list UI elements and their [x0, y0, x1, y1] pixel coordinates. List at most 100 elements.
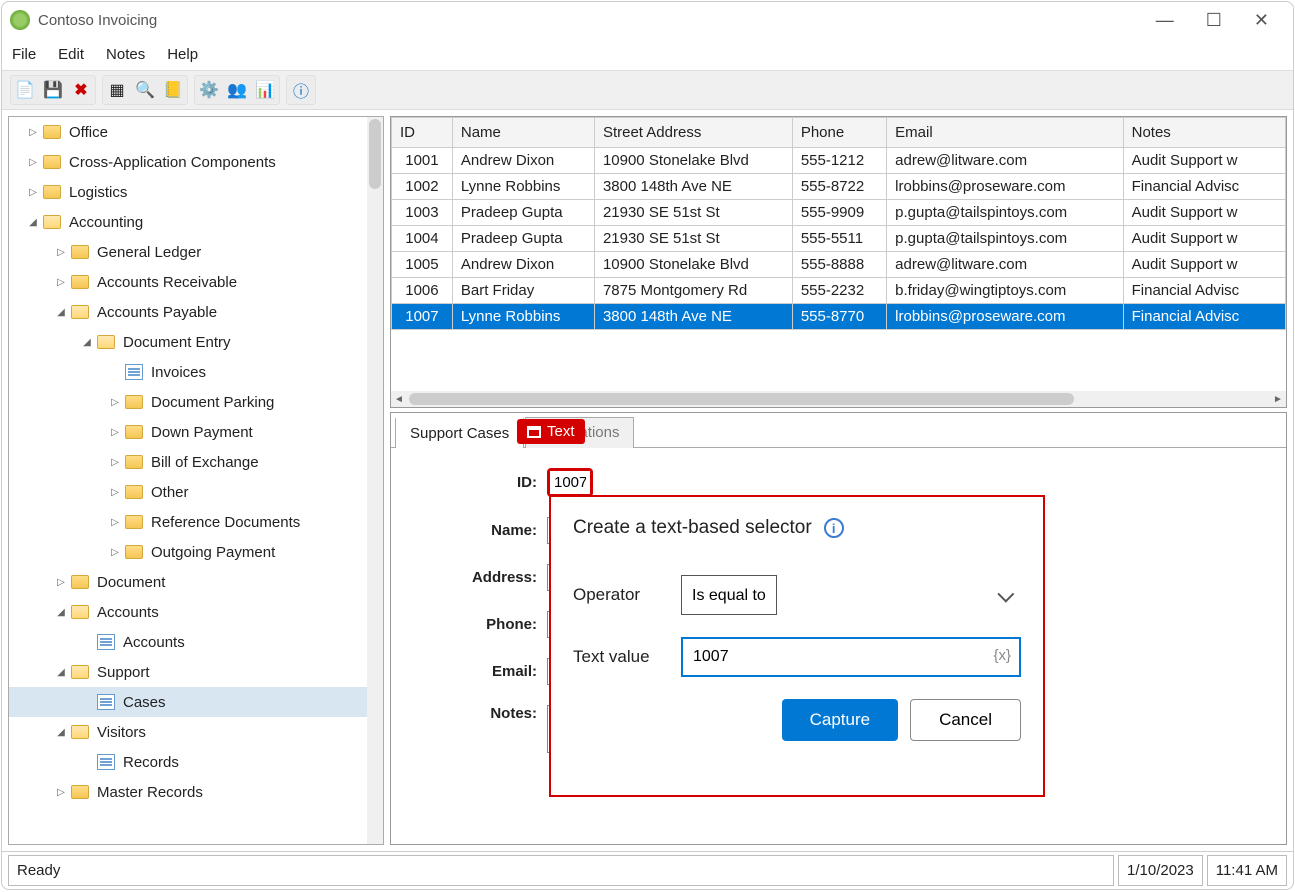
users-icon[interactable]: 👥: [225, 78, 249, 102]
table-cell: 555-9909: [792, 200, 886, 226]
column-header[interactable]: ID: [392, 118, 453, 148]
table-row[interactable]: 1001Andrew Dixon10900 Stonelake Blvd555-…: [392, 148, 1286, 174]
tree-item[interactable]: ◢Support: [9, 657, 383, 687]
expand-arrow-icon[interactable]: ▷: [55, 787, 67, 798]
tree-item[interactable]: ▷ Logistics: [9, 177, 383, 207]
info-icon[interactable]: ⓘ: [289, 78, 313, 102]
expand-arrow-icon[interactable]: ◢: [55, 607, 67, 618]
tree-item[interactable]: ▷Bill of Exchange: [9, 447, 383, 477]
expand-arrow-icon[interactable]: ▷: [109, 517, 121, 528]
search-icon[interactable]: 🔍: [133, 78, 157, 102]
column-header[interactable]: Name: [452, 118, 594, 148]
expand-arrow-icon[interactable]: ◢: [27, 217, 39, 228]
tree-item[interactable]: ▷Cross-Application Components: [9, 147, 383, 177]
table-row[interactable]: 1004Pradeep Gupta21930 SE 51st St555-551…: [392, 226, 1286, 252]
expand-arrow-icon[interactable]: ◢: [55, 307, 67, 318]
expand-arrow-icon[interactable]: ▷: [109, 457, 121, 468]
tree-item[interactable]: ◢Accounting: [9, 207, 383, 237]
capture-button[interactable]: Capture: [782, 699, 898, 741]
toolbar: 📄 💾 ✖ ▦ 🔍 📒 ⚙️ 👥 📊 ⓘ: [2, 70, 1293, 110]
operator-select[interactable]: Is equal to: [681, 575, 777, 615]
new-icon[interactable]: 📄: [13, 78, 37, 102]
tree-item[interactable]: Records: [9, 747, 383, 777]
menu-help[interactable]: Help: [167, 46, 198, 63]
tree-item[interactable]: ▷General Ledger: [9, 237, 383, 267]
expand-arrow-icon[interactable]: ◢: [55, 727, 67, 738]
table-cell: 1001: [392, 148, 453, 174]
status-time: 11:41 AM: [1207, 855, 1287, 886]
close-button[interactable]: ✕: [1254, 10, 1269, 31]
tree-item[interactable]: ▷Reference Documents: [9, 507, 383, 537]
tree-item[interactable]: ◢Accounts: [9, 597, 383, 627]
table-row[interactable]: 1005Andrew Dixon10900 Stonelake Blvd555-…: [392, 252, 1286, 278]
expand-arrow-icon[interactable]: ▷: [109, 427, 121, 438]
tree-item[interactable]: ▷Down Payment: [9, 417, 383, 447]
folder-icon: [71, 785, 89, 799]
tree-item-label: Accounts Receivable: [97, 274, 237, 291]
folder-open-icon: [43, 215, 61, 229]
save-icon[interactable]: 💾: [41, 78, 65, 102]
maximize-button[interactable]: ☐: [1206, 10, 1222, 31]
variable-icon[interactable]: {x}: [993, 647, 1011, 664]
tree-item[interactable]: Invoices: [9, 357, 383, 387]
expand-arrow-icon[interactable]: ◢: [55, 667, 67, 678]
note-icon[interactable]: 📒: [161, 78, 185, 102]
tree-item[interactable]: ▷ Document Parking: [9, 387, 383, 417]
tree-item-label: Document Parking: [151, 394, 274, 411]
folder-icon: [43, 125, 61, 139]
expand-arrow-icon[interactable]: ▷: [27, 127, 39, 138]
expand-arrow-icon[interactable]: ▷: [109, 397, 121, 408]
expand-arrow-icon[interactable]: ▷: [55, 577, 67, 588]
column-header[interactable]: Phone: [792, 118, 886, 148]
column-header[interactable]: Street Address: [594, 118, 792, 148]
tree-item[interactable]: Cases: [9, 687, 383, 717]
settings-icon[interactable]: ⚙️: [197, 78, 221, 102]
tree-item[interactable]: ▷ Office: [9, 117, 383, 147]
expand-arrow-icon[interactable]: ▷: [55, 247, 67, 258]
menu-notes[interactable]: Notes: [106, 46, 145, 63]
tree-item[interactable]: ▷Master Records: [9, 777, 383, 807]
excel-icon[interactable]: 📊: [253, 78, 277, 102]
column-header[interactable]: Notes: [1123, 118, 1285, 148]
popup-info-icon[interactable]: i: [824, 518, 844, 538]
table-row[interactable]: 1002Lynne Robbins3800 148th Ave NE555-87…: [392, 174, 1286, 200]
table-cell: Bart Friday: [452, 278, 594, 304]
tree-item-label: Logistics: [69, 184, 127, 201]
expand-arrow-icon[interactable]: ▷: [27, 157, 39, 168]
tree-item[interactable]: ▷Other: [9, 477, 383, 507]
tree-item[interactable]: ▷Outgoing Payment: [9, 537, 383, 567]
expand-arrow-icon[interactable]: ▷: [55, 277, 67, 288]
table-cell: adrew@litware.com: [887, 148, 1123, 174]
delete-icon[interactable]: ✖: [69, 78, 93, 102]
tree-item[interactable]: ◢Visitors: [9, 717, 383, 747]
table-row[interactable]: 1003Pradeep Gupta21930 SE 51st St555-990…: [392, 200, 1286, 226]
expand-arrow-icon[interactable]: ◢: [81, 337, 93, 348]
column-header[interactable]: Email: [887, 118, 1123, 148]
cancel-button[interactable]: Cancel: [910, 699, 1021, 741]
tree-item[interactable]: ▷Document: [9, 567, 383, 597]
grid-icon[interactable]: ▦: [105, 78, 129, 102]
tree-item[interactable]: ◢Accounts Payable: [9, 297, 383, 327]
expand-arrow-icon[interactable]: ▷: [109, 547, 121, 558]
table-row[interactable]: 1007Lynne Robbins3800 148th Ave NE555-87…: [392, 304, 1286, 330]
tab-support-cases[interactable]: Support Cases: [395, 417, 524, 448]
minimize-button[interactable]: —: [1156, 10, 1174, 31]
table-horizontal-scrollbar[interactable]: ◄►: [391, 391, 1286, 407]
menu-file[interactable]: File: [12, 46, 36, 63]
textvalue-input[interactable]: [681, 637, 1021, 677]
tree-item-label: Cases: [123, 694, 166, 711]
folder-icon: [125, 395, 143, 409]
table-cell: 10900 Stonelake Blvd: [594, 148, 792, 174]
menu-edit[interactable]: Edit: [58, 46, 84, 63]
id-field[interactable]: [550, 471, 590, 494]
expand-arrow-icon[interactable]: ▷: [109, 487, 121, 498]
tree-item-label: Office: [69, 124, 108, 141]
table-row[interactable]: 1006Bart Friday7875 Montgomery Rd555-223…: [392, 278, 1286, 304]
list-icon: [97, 634, 115, 650]
tree-item[interactable]: ◢Document Entry: [9, 327, 383, 357]
tree-item[interactable]: Accounts: [9, 627, 383, 657]
tree-scrollbar[interactable]: [367, 117, 383, 844]
text-selector-badge[interactable]: Text: [517, 419, 585, 444]
expand-arrow-icon[interactable]: ▷: [27, 187, 39, 198]
tree-item[interactable]: ▷ Accounts Receivable: [9, 267, 383, 297]
